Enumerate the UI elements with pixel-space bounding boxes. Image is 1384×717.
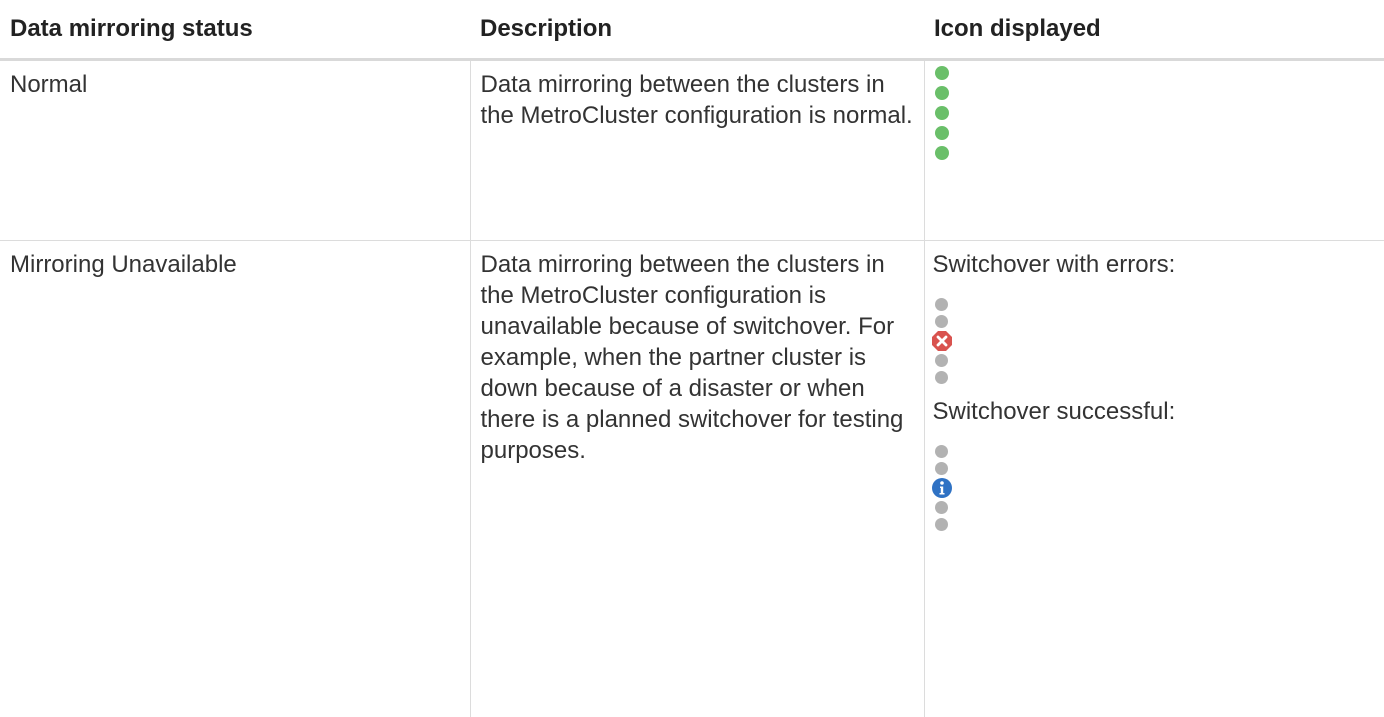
info-icon [931,477,952,498]
icon-cell: Switchover with errors: Switchover succe… [923,240,1384,717]
status-icon-switchover-successful [931,443,952,533]
gray-dot-icon [934,517,948,531]
table-row-mirroring-unavailable: Mirroring Unavailable Data mirroring bet… [0,240,1384,717]
status-icon-switchover-errors [931,296,952,386]
header-status: Data mirroring status [0,0,470,61]
table-row-normal: Normal Data mirroring between the cluste… [0,59,1384,241]
header-description: Description [470,0,924,61]
status-cell: Normal [0,59,470,241]
gray-dot-icon [934,444,948,458]
mirroring-status-table: Data mirroring status Description Icon d… [0,0,1384,717]
icon-cell [923,59,1384,241]
header-icon: Icon displayed [924,0,1384,61]
description-cell: Data mirroring between the clusters in t… [469,59,924,241]
green-dot-icon [934,105,949,120]
error-icon [931,330,952,351]
description-cell: Data mirroring between the clusters in t… [469,240,924,717]
gray-dot-icon [934,353,948,367]
caption-switchover-errors: Switchover with errors: [932,250,1176,278]
gray-dot-icon [934,297,948,311]
status-icon-normal [933,63,951,163]
green-dot-icon [934,125,949,140]
caption-switchover-successful: Switchover successful: [932,397,1176,425]
green-dot-icon [934,145,949,160]
gray-dot-icon [934,500,948,514]
table-header-row: Data mirroring status Description Icon d… [0,0,1384,61]
status-cell: Mirroring Unavailable [10,250,237,278]
green-dot-icon [934,65,949,80]
gray-dot-icon [934,461,948,475]
gray-dot-icon [934,314,948,328]
gray-dot-icon [934,370,948,384]
green-dot-icon [934,85,949,100]
